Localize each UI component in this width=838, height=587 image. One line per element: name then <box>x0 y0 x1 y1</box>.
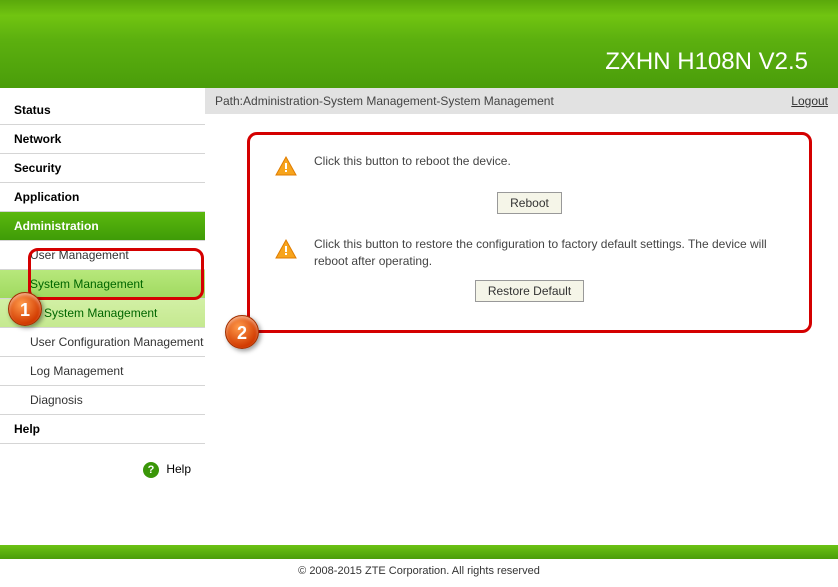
sidebar-sub-log-management[interactable]: Log Management <box>0 357 205 386</box>
logout-link[interactable]: Logout <box>791 94 828 108</box>
sidebar-item-security[interactable]: Security <box>0 154 205 183</box>
sidebar-item-application[interactable]: Application <box>0 183 205 212</box>
sidebar-item-help[interactable]: Help <box>0 415 205 444</box>
help-link[interactable]: Help <box>166 462 191 476</box>
restore-message: Click this button to restore the configu… <box>314 236 785 270</box>
reboot-button[interactable]: Reboot <box>497 192 562 214</box>
sidebar-item-network[interactable]: Network <box>0 125 205 154</box>
callout-badge-1: 1 <box>8 292 42 326</box>
page-title: ZXHN H108N V2.5 <box>605 48 808 76</box>
warning-icon <box>274 238 298 265</box>
callout-badge-2: 2 <box>225 315 259 349</box>
reboot-message: Click this button to reboot the device. <box>314 153 511 170</box>
sidebar-item-administration[interactable]: Administration <box>0 212 205 241</box>
breadcrumb: Path:Administration-System Management-Sy… <box>205 88 838 114</box>
sidebar: Status Network Security Application Admi… <box>0 88 205 478</box>
breadcrumb-text: Path:Administration-System Management-Sy… <box>215 94 554 108</box>
help-icon[interactable]: ? <box>143 462 159 478</box>
warning-icon <box>274 155 298 182</box>
header: ZXHN H108N V2.5 <box>0 0 838 88</box>
restore-default-button[interactable]: Restore Default <box>475 280 584 302</box>
footer-bar <box>0 545 838 559</box>
action-panel: Click this button to reboot the device. … <box>247 132 812 333</box>
sidebar-item-status[interactable]: Status <box>0 96 205 125</box>
sidebar-sub-user-management[interactable]: User Management <box>0 241 205 270</box>
content: Path:Administration-System Management-Sy… <box>205 88 838 478</box>
sidebar-sub-diagnosis[interactable]: Diagnosis <box>0 386 205 415</box>
sidebar-sub-user-config-management[interactable]: User Configuration Management <box>0 328 205 357</box>
footer-text: © 2008-2015 ZTE Corporation. All rights … <box>0 559 838 587</box>
